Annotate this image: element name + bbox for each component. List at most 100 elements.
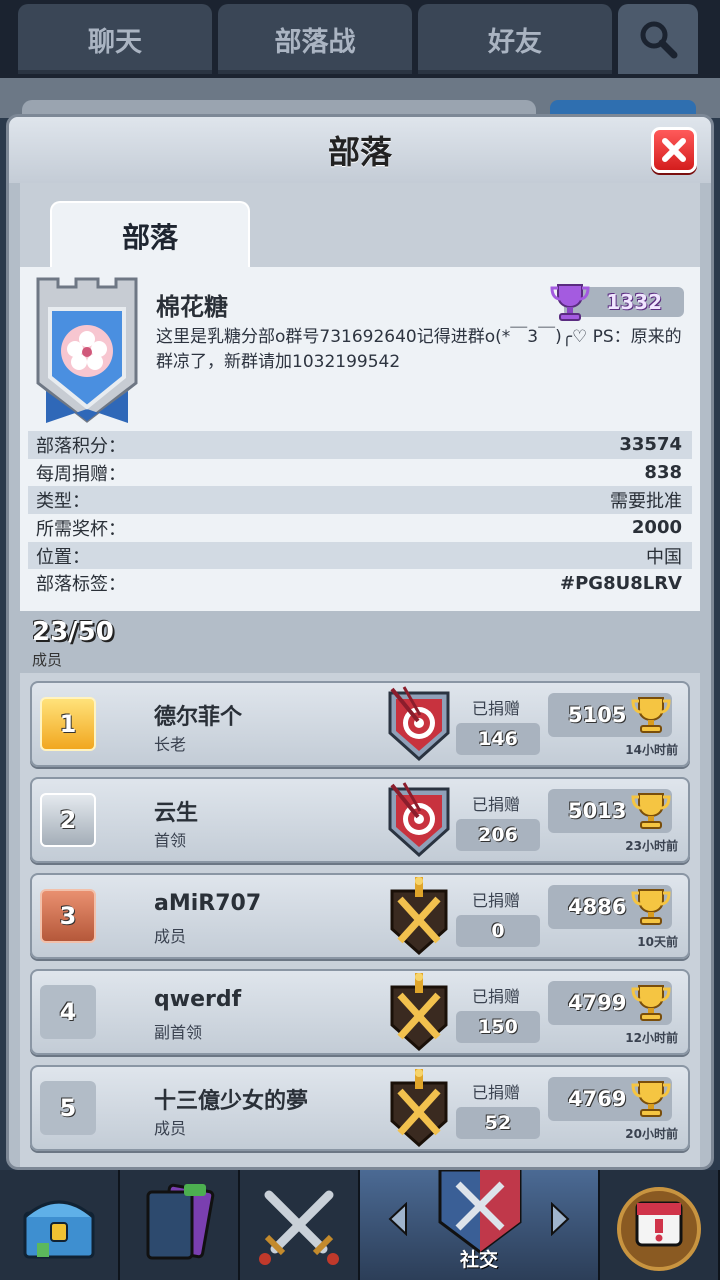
calendar-event-icon [617, 1187, 701, 1271]
stat-value: 33574 [619, 434, 682, 456]
member-donated: 0 [456, 915, 540, 948]
member-row[interactable]: 1 德尔菲个 长老 已捐赠 146 5105 14小时前 [30, 681, 690, 768]
members-header: 23/50 成员 [20, 611, 700, 674]
nav-shop[interactable] [0, 1170, 120, 1280]
crossed-swords-badge-icon [384, 973, 454, 1052]
stat-label: 部落积分： [36, 435, 126, 457]
stat-clan-score: 部落积分： 33574 [28, 431, 692, 459]
close-icon [662, 138, 686, 162]
stat-label: 位置： [36, 546, 90, 568]
close-button[interactable] [651, 127, 697, 173]
trophy-icon [630, 885, 672, 927]
crossed-swords-badge-icon [384, 877, 454, 956]
bottom-nav: 社交 [0, 1170, 720, 1280]
member-last-seen: 23小时前 [625, 839, 678, 854]
member-donated: 146 [456, 723, 540, 756]
stat-weekly-donations: 每周捐赠： 838 [28, 459, 692, 487]
member-role: 成员 [154, 927, 187, 947]
modal-tab-bar: 部落 [20, 183, 700, 269]
member-last-seen: 14小时前 [625, 743, 678, 758]
member-row[interactable]: 5 十三億少女的夢 成员 已捐赠 52 4769 20小时前 [30, 1065, 690, 1152]
tab-chat[interactable]: 聊天 [18, 4, 212, 74]
nav-social-label: 社交 [459, 1249, 498, 1271]
chevron-right-icon[interactable] [548, 1202, 572, 1236]
stat-location: 位置： 中国 [28, 541, 692, 570]
member-rank: 2 [40, 793, 96, 848]
nav-battle[interactable] [240, 1170, 360, 1280]
chevron-left-icon[interactable] [386, 1202, 410, 1236]
stat-value: 2000 [631, 517, 682, 539]
members-count: 23/50 [32, 617, 114, 648]
search-icon [640, 21, 678, 59]
trophy-icon [630, 789, 672, 831]
member-last-seen: 12小时前 [625, 1031, 678, 1046]
member-donated: 206 [456, 819, 540, 852]
member-rank: 3 [40, 889, 96, 944]
member-role: 长老 [154, 735, 187, 755]
member-rank: 4 [40, 985, 96, 1040]
stat-label: 所需奖杯： [36, 518, 126, 540]
trophy-icon [630, 1077, 672, 1119]
stat-type: 类型： 需要批准 [28, 486, 692, 515]
donated-label: 已捐赠 [472, 1083, 521, 1103]
stat-label: 每周捐赠： [36, 463, 126, 485]
member-last-seen: 20小时前 [625, 1127, 678, 1142]
crossed-swords-icon [259, 1190, 339, 1265]
target-badge-icon [384, 685, 454, 763]
nav-cards[interactable] [120, 1170, 240, 1280]
donated-label: 已捐赠 [472, 891, 521, 911]
member-name: 德尔菲个 [154, 705, 243, 731]
member-name: qwerdf [154, 987, 242, 1013]
stat-required-trophies: 所需奖杯： 2000 [28, 514, 692, 542]
members-label: 成员 [32, 651, 63, 670]
stat-clan-tag: 部落标签： #PG8U8LRV [28, 569, 692, 597]
stat-value: 需要批准 [610, 491, 682, 513]
member-list: 1 德尔菲个 长老 已捐赠 146 5105 14小时前 2 云生 首领 已捐赠… [20, 673, 700, 1167]
nav-events[interactable] [600, 1170, 720, 1280]
clan-name: 棉花糖 [156, 293, 228, 321]
member-role: 副首领 [154, 1023, 203, 1043]
member-last-seen: 10天前 [637, 935, 678, 950]
stat-label: 类型： [36, 491, 90, 513]
clan-info-modal: 部落 部落 棉花糖 1332 这里是乳糖分部o群号731692640记得进群o(… [6, 114, 714, 1170]
nav-social[interactable]: 社交 [360, 1170, 600, 1280]
clan-description: 这里是乳糖分部o群号731692640记得进群o(*￣3￣)╭♡ PS：原来的群… [156, 327, 682, 372]
member-name: 十三億少女的夢 [154, 1089, 309, 1115]
stats-spacer [20, 597, 700, 612]
clan-header: 棉花糖 1332 这里是乳糖分部o群号731692640记得进群o(*￣3￣)╭… [20, 267, 700, 431]
donated-label: 已捐赠 [472, 987, 521, 1007]
trophy-icon [630, 693, 672, 735]
clan-shield-icon [438, 1170, 522, 1254]
clan-badge-icon [36, 277, 138, 423]
tab-friends[interactable]: 好友 [418, 4, 612, 74]
modal-title: 部落 [9, 117, 711, 183]
trophy-icon [630, 981, 672, 1023]
member-row[interactable]: 3 aMiR707 成员 已捐赠 0 4886 10天前 [30, 873, 690, 960]
member-rank: 1 [40, 697, 96, 752]
tab-clan-war[interactable]: 部落战 [218, 4, 412, 74]
donated-label: 已捐赠 [472, 699, 521, 719]
clan-stats: 部落积分： 33574 每周捐赠： 838 类型： 需要批准 所需奖杯： 2000 位置… [20, 431, 700, 598]
member-row[interactable]: 4 qwerdf 副首领 已捐赠 150 4799 12小时前 [30, 969, 690, 1056]
search-button[interactable] [618, 4, 698, 74]
stat-value: 中国 [646, 546, 682, 568]
background-strip [0, 78, 720, 120]
donated-label: 已捐赠 [472, 795, 521, 815]
top-tab-bar: 聊天 部落战 好友 [0, 0, 720, 78]
stat-value: #PG8U8LRV [560, 572, 682, 594]
member-role: 首领 [154, 831, 187, 851]
member-donated: 52 [456, 1107, 540, 1140]
modal-content: 部落 棉花糖 1332 这里是乳糖分部o群号731692640记得进群o(*￣3… [20, 183, 700, 1167]
stat-value: 838 [644, 462, 682, 484]
member-name: aMiR707 [154, 891, 262, 917]
purple-trophy-icon [550, 284, 590, 321]
target-badge-icon [384, 781, 454, 859]
cards-icon [146, 1183, 215, 1260]
member-donated: 150 [456, 1011, 540, 1044]
member-row[interactable]: 2 云生 首领 已捐赠 206 5013 23小时前 [30, 777, 690, 864]
member-rank: 5 [40, 1081, 96, 1136]
member-role: 成员 [154, 1119, 187, 1139]
stat-label: 部落标签： [36, 574, 126, 596]
member-name: 云生 [154, 801, 199, 827]
tab-clan[interactable]: 部落 [50, 201, 250, 269]
